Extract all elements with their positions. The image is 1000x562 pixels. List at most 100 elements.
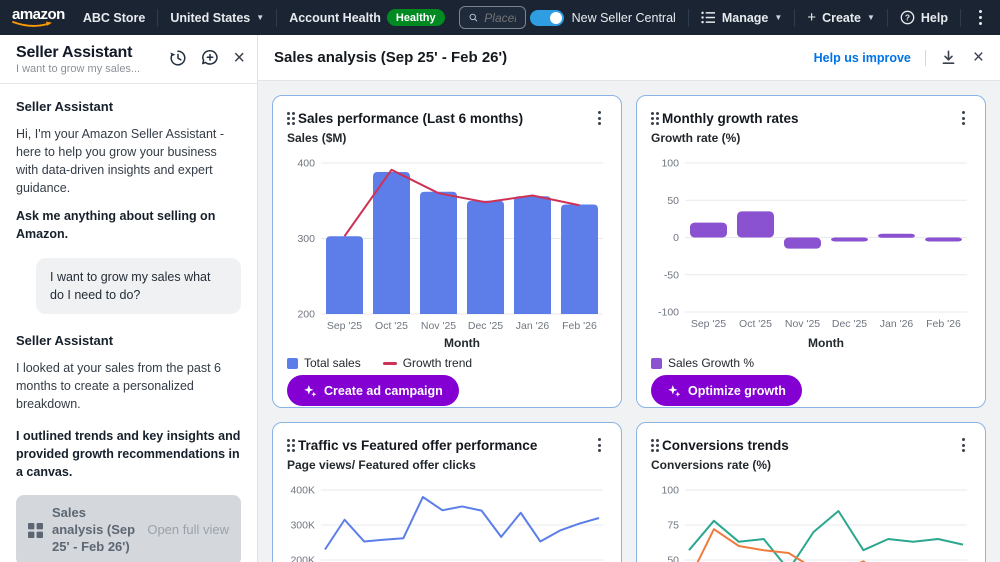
search-input[interactable] (484, 11, 515, 25)
help-menu[interactable]: ? Help (900, 10, 948, 25)
more-options-kebab-icon[interactable] (973, 6, 988, 29)
card-menu-kebab-icon[interactable] (592, 107, 607, 129)
svg-text:Oct '25: Oct '25 (375, 320, 408, 332)
close-panel-icon[interactable]: × (233, 48, 245, 68)
divider (157, 9, 158, 27)
card-menu-kebab-icon[interactable] (956, 107, 971, 129)
svg-text:300K: 300K (290, 520, 315, 532)
new-seller-central-toggle[interactable] (530, 10, 564, 26)
svg-text:0: 0 (673, 232, 679, 244)
assistant-prompt: Ask me anything about selling on Amazon. (16, 207, 241, 243)
new-chat-icon[interactable] (201, 49, 219, 67)
svg-text:50: 50 (667, 555, 679, 562)
legend-swatch (287, 358, 298, 369)
drag-handle-icon[interactable] (651, 112, 654, 115)
svg-text:Jan '26: Jan '26 (880, 318, 914, 330)
open-full-view-button[interactable]: Open full view (147, 521, 229, 540)
seller-assistant-panel: Seller Assistant I want to grow my sales… (0, 35, 258, 562)
traffic-chart: 400K300K200K100K (287, 478, 609, 562)
optimize-growth-button[interactable]: Optimize growth (651, 375, 802, 406)
chart-legend: Sales Growth % (651, 351, 971, 375)
page: amazon ABC Store United States ▼ Account… (0, 0, 1000, 562)
canvas-title: Sales analysis (Sep 25' - Feb 26') (274, 49, 814, 66)
svg-text:200: 200 (297, 309, 315, 321)
card-sales-performance: Sales performance (Last 6 months) Sales … (272, 95, 622, 408)
canvas-card-title: Sales analysis (Sep 25' - Feb 26') (52, 505, 138, 556)
chart-y-axis-title: Page views/ Featured offer clicks (287, 458, 607, 478)
card-title: Monthly growth rates (662, 111, 948, 126)
svg-text:Sep '25: Sep '25 (327, 320, 362, 332)
marketplace-label: United States (170, 11, 250, 25)
plus-icon: + (807, 9, 816, 26)
divider (925, 50, 926, 66)
account-health[interactable]: Account Health Healthy (289, 9, 444, 26)
monthly-growth-chart: 100500-50-100Sep '25Oct '25Nov '25Dec '2… (651, 151, 973, 351)
manage-label: Manage (722, 11, 769, 25)
svg-text:Feb '26: Feb '26 (926, 318, 961, 330)
user-message-bubble: I want to grow my sales what do I need t… (36, 258, 241, 314)
assistant-response-bold: I outlined trends and key insights and p… (16, 427, 241, 481)
assistant-response: I looked at your sales from the past 6 m… (16, 359, 241, 413)
divider (960, 9, 961, 27)
download-icon[interactable] (940, 49, 957, 66)
svg-text:75: 75 (667, 520, 679, 532)
history-icon[interactable] (169, 49, 187, 67)
svg-text:Dec '25: Dec '25 (832, 318, 867, 330)
sparkle-icon (303, 384, 317, 398)
card-title: Sales performance (Last 6 months) (298, 111, 584, 126)
chevron-down-icon: ▼ (867, 13, 875, 22)
svg-text:Jan '26: Jan '26 (516, 320, 550, 332)
amazon-logo-text: amazon (12, 8, 65, 21)
chart-legend: Total sales Growth trend (287, 351, 607, 375)
button-label: Create ad campaign (324, 384, 443, 398)
close-canvas-icon[interactable]: × (973, 48, 984, 67)
assistant-conversation: Seller Assistant Hi, I'm your Amazon Sel… (0, 84, 257, 562)
help-label: Help (921, 11, 948, 25)
canvas-grid-icon (28, 523, 43, 538)
manage-list-icon (701, 11, 716, 24)
legend-label: Sales Growth % (668, 356, 754, 370)
drag-handle-icon[interactable] (651, 439, 654, 442)
manage-menu[interactable]: Manage ▼ (701, 11, 782, 25)
svg-text:?: ? (905, 13, 910, 23)
seller-assistant-header: Seller Assistant I want to grow my sales… (0, 35, 257, 84)
assistant-heading: Seller Assistant (16, 332, 241, 351)
svg-text:Month: Month (808, 336, 844, 350)
svg-text:Oct '25: Oct '25 (739, 318, 772, 330)
svg-text:100: 100 (661, 485, 679, 497)
marketplace-selector[interactable]: United States ▼ (170, 11, 264, 25)
svg-text:200K: 200K (290, 555, 315, 562)
create-ad-campaign-button[interactable]: Create ad campaign (287, 375, 459, 406)
svg-text:Sep '25: Sep '25 (691, 318, 726, 330)
card-menu-kebab-icon[interactable] (592, 434, 607, 456)
search-box[interactable] (459, 6, 526, 29)
card-conversions-trends: Conversions trends Conversions rate (%) … (636, 422, 986, 562)
chart-y-axis-title: Growth rate (%) (651, 131, 971, 151)
svg-text:Feb '26: Feb '26 (562, 320, 597, 332)
conversions-chart: 100 75 50 (651, 478, 973, 562)
new-seller-central-label: New Seller Central (572, 11, 676, 25)
card-menu-kebab-icon[interactable] (956, 434, 971, 456)
assistant-panel-title: Seller Assistant (16, 44, 169, 62)
account-health-status-badge: Healthy (387, 9, 445, 26)
sparkle-icon (667, 384, 681, 398)
canvas-card-link[interactable]: Sales analysis (Sep 25' - Feb 26') Open … (16, 495, 241, 562)
top-navigation-bar: amazon ABC Store United States ▼ Account… (0, 0, 1000, 35)
svg-text:Month: Month (444, 336, 480, 350)
dashboard-grid: Sales performance (Last 6 months) Sales … (258, 81, 1000, 562)
store-name[interactable]: ABC Store (83, 11, 146, 25)
help-us-improve-link[interactable]: Help us improve (814, 51, 911, 65)
svg-text:-50: -50 (664, 269, 679, 281)
drag-handle-icon[interactable] (287, 112, 290, 115)
create-menu[interactable]: + Create ▼ (807, 9, 875, 26)
chart-y-axis-title: Conversions rate (%) (651, 458, 971, 478)
divider (276, 9, 277, 27)
svg-text:300: 300 (297, 233, 315, 245)
create-label: Create (822, 11, 861, 25)
svg-text:Dec '25: Dec '25 (468, 320, 503, 332)
search-icon (469, 11, 478, 24)
drag-handle-icon[interactable] (287, 439, 290, 442)
amazon-logo[interactable]: amazon (12, 8, 65, 28)
svg-text:Nov '25: Nov '25 (421, 320, 456, 332)
assistant-panel-subtitle: I want to grow my sales... (16, 63, 169, 75)
